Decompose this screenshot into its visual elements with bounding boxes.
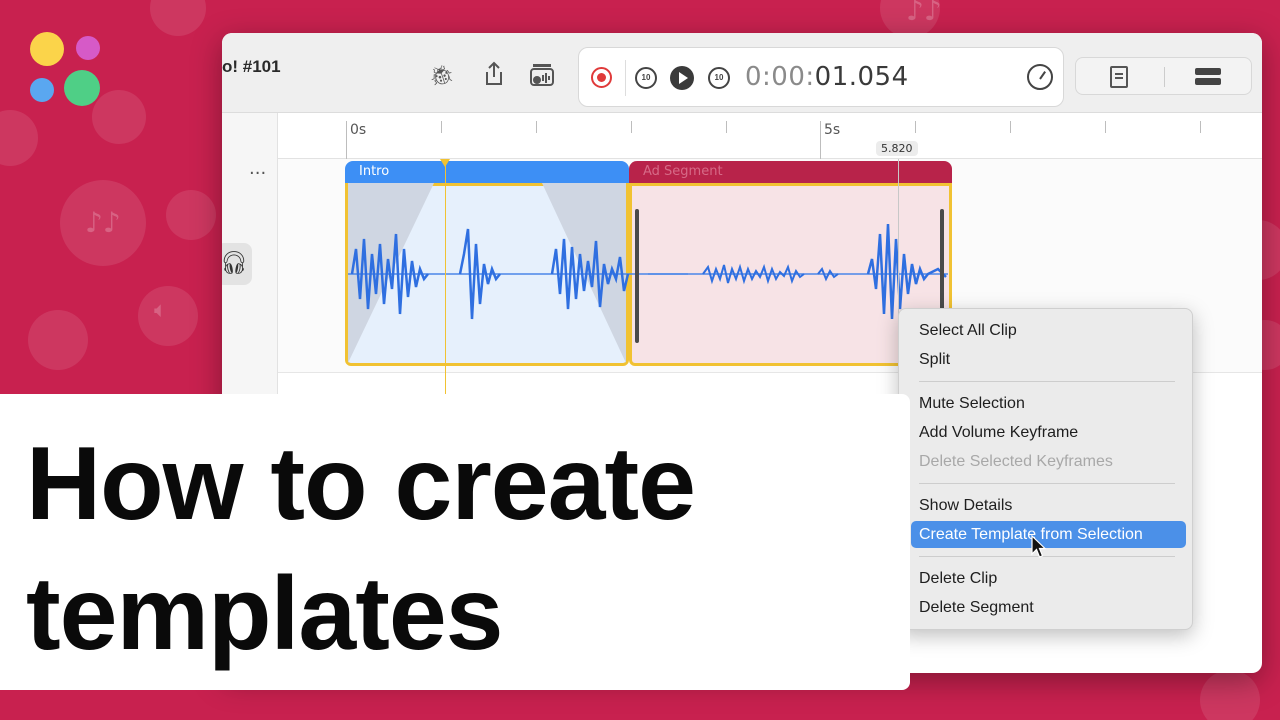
ruler-label-0s: 0s	[350, 122, 367, 138]
speaker-icon: 🔈︎	[154, 298, 168, 323]
bg-decoration-circle	[1200, 670, 1260, 720]
bg-decoration-circle	[150, 0, 206, 36]
record-icon[interactable]	[591, 67, 612, 88]
transport-controls: 10 10 0:00:01.054	[578, 47, 1064, 107]
toolbar: o! #101 🐞︎ 10 10 0:00:01.054	[222, 33, 1262, 113]
headphones-icon[interactable]: 🎧︎	[222, 243, 252, 285]
bug-icon[interactable]: 🐞︎	[428, 61, 456, 89]
skip-back-label: 10	[641, 73, 651, 82]
timecode-strong: 01.054	[814, 62, 909, 92]
menu-item-mute-selection[interactable]: Mute Selection	[911, 390, 1186, 417]
skip-forward-10-button[interactable]: 10	[708, 67, 730, 89]
window-title: o! #101	[222, 57, 281, 76]
bg-decoration-circle	[166, 190, 216, 240]
ruler-tick	[536, 121, 537, 133]
play-icon[interactable]	[670, 66, 694, 90]
logo-dot-yellow	[30, 32, 64, 66]
audio-library-icon[interactable]	[528, 61, 556, 89]
divider	[625, 60, 626, 96]
menu-item-select-all-clip[interactable]: Select All Clip	[911, 317, 1186, 344]
ruler-tick	[726, 121, 727, 133]
ruler-tick	[346, 121, 347, 159]
rows-view-icon[interactable]	[1195, 68, 1221, 86]
logo-dot-magenta	[76, 36, 100, 60]
logo-dot-green	[64, 70, 100, 106]
bg-decoration-circle	[138, 286, 198, 346]
audio-waveform	[348, 223, 948, 320]
speed-gauge-icon[interactable]	[1027, 64, 1053, 90]
intro-segment-label[interactable]: Intro	[345, 161, 629, 183]
menu-separator	[919, 381, 1175, 382]
menu-item-add-volume-keyframe[interactable]: Add Volume Keyframe	[911, 419, 1186, 446]
logo-dot-blue	[30, 78, 54, 102]
bg-decoration-circle	[28, 310, 88, 370]
menu-item-create-template-from-selection[interactable]: Create Template from Selection	[911, 521, 1186, 548]
document-view-icon[interactable]	[1110, 66, 1128, 88]
ad-segment-label[interactable]: Ad Segment	[629, 161, 952, 183]
menu-item-delete-segment[interactable]: Delete Segment	[911, 594, 1186, 621]
menu-item-delete-selected-keyframes: Delete Selected Keyframes	[919, 453, 1113, 470]
ruler-label-5s: 5s	[824, 122, 841, 138]
menu-separator	[919, 483, 1175, 484]
playhead-time-label: 5.820	[876, 141, 918, 156]
title-line-2: templates	[26, 556, 504, 672]
ruler-tick	[631, 121, 632, 133]
menu-item-delete-clip[interactable]: Delete Clip	[911, 565, 1186, 592]
skip-back-10-button[interactable]: 10	[635, 67, 657, 89]
view-switcher	[1075, 57, 1252, 95]
timecode-dim: 0:00:	[745, 62, 815, 92]
four-color-dots-logo-icon	[28, 30, 104, 106]
ruler-tick	[1200, 121, 1201, 133]
timecode-display: 0:00:01.054	[745, 62, 909, 92]
skip-forward-label: 10	[714, 73, 724, 82]
ruler-tick	[1010, 121, 1011, 133]
menu-item-split[interactable]: Split	[911, 346, 1186, 373]
ruler-tick	[1105, 121, 1106, 133]
title-card: How to create templates	[0, 394, 910, 690]
ruler-tick	[441, 121, 442, 133]
music-notes-icon: ♪♪	[906, 0, 942, 27]
title-line-1: How to create	[26, 426, 696, 542]
music-notes-icon: ♪♪	[85, 206, 121, 239]
context-menu: Select All Clip Split Mute Selection Add…	[898, 308, 1193, 630]
menu-item-show-details[interactable]: Show Details	[911, 492, 1186, 519]
mouse-pointer-icon	[1031, 535, 1047, 558]
selection-marker-icon[interactable]	[440, 159, 450, 167]
menu-separator	[919, 556, 1175, 557]
segment-trim-handle-left[interactable]	[635, 209, 639, 343]
share-icon[interactable]	[480, 61, 508, 89]
timeline-ruler: 0s 5s	[278, 113, 1262, 159]
bg-decoration-circle	[0, 110, 38, 166]
ruler-tick	[820, 121, 821, 159]
track-more-button[interactable]: ···	[249, 163, 266, 184]
ruler-tick	[915, 121, 916, 133]
divider	[1164, 67, 1165, 87]
